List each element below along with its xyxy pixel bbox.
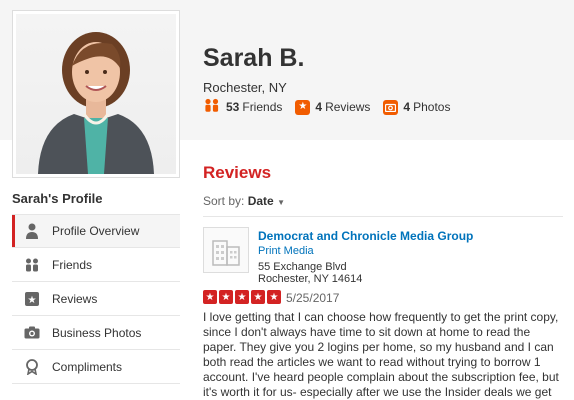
svg-text:★: ★ xyxy=(28,295,37,306)
user-location: Rochester, NY xyxy=(203,80,287,95)
sidebar-title: Sarah's Profile xyxy=(12,191,103,206)
sidebar-item-compliments[interactable]: Compliments xyxy=(12,350,180,384)
divider xyxy=(203,216,563,217)
friends-icon xyxy=(203,98,221,116)
sidebar-item-profile-overview[interactable]: Profile Overview xyxy=(12,214,180,248)
friends-label: Friends xyxy=(242,100,283,114)
rating-star-icon: ★ xyxy=(267,290,281,304)
business-name-link[interactable]: Democrat and Chronicle Media Group xyxy=(258,229,473,243)
sidebar-item-label: Reviews xyxy=(52,291,98,306)
person-icon xyxy=(24,223,40,239)
business-address-line1: 55 Exchange Blvd xyxy=(258,261,347,273)
photos-stat[interactable]: 4 Photos xyxy=(383,99,451,115)
business-thumbnail[interactable] xyxy=(203,227,249,273)
profile-photo[interactable] xyxy=(12,10,180,178)
friends-count: 53 xyxy=(226,100,240,114)
camera-icon xyxy=(383,99,399,115)
sidebar-item-reviews[interactable]: ★ Reviews xyxy=(12,282,180,316)
rating-star-icon: ★ xyxy=(251,290,265,304)
review-text: I love getting that I can choose how fre… xyxy=(203,310,559,399)
user-name: Sarah B. xyxy=(203,44,305,72)
reviews-stat[interactable]: ★ 4 Reviews xyxy=(295,99,371,115)
person-silhouette-icon xyxy=(38,32,154,174)
sidebar-item-label: Friends xyxy=(52,257,93,272)
chevron-down-icon: ▼ xyxy=(277,198,285,207)
sort-prefix: Sort by: xyxy=(203,194,245,208)
sidebar-item-label: Business Photos xyxy=(52,325,142,340)
reviews-heading: Reviews xyxy=(203,163,272,182)
avatar xyxy=(16,14,176,174)
sidebar-item-business-photos[interactable]: Business Photos xyxy=(12,316,180,350)
review-date: 5/25/2017 xyxy=(286,291,340,305)
camera-icon xyxy=(24,325,40,341)
rating-star-icon: ★ xyxy=(219,290,233,304)
sidebar-item-label: Profile Overview xyxy=(52,224,140,238)
compliment-icon xyxy=(24,358,40,375)
reviews-label: Reviews xyxy=(325,100,371,114)
sidebar-item-friends[interactable]: Friends xyxy=(12,248,180,282)
star-icon: ★ xyxy=(24,291,40,307)
friends-stat[interactable]: 53 Friends xyxy=(203,98,282,116)
photos-label: Photos xyxy=(413,100,451,114)
star-icon: ★ xyxy=(295,99,311,115)
sidebar-item-label: Compliments xyxy=(52,359,123,374)
star-rating: ★ ★ ★ ★ ★ xyxy=(203,290,283,304)
profile-nav: Profile Overview Friends ★ Reviews Busin… xyxy=(12,214,180,384)
rating-star-icon: ★ xyxy=(203,290,217,304)
reviews-count: 4 xyxy=(315,100,323,114)
sort-dropdown[interactable]: Sort by: Date ▼ xyxy=(203,194,285,208)
photos-count: 4 xyxy=(403,100,411,114)
friends-icon xyxy=(24,257,40,273)
building-icon xyxy=(212,240,240,266)
profile-stats: 53 Friends ★ 4 Reviews 4 Photos xyxy=(203,98,463,116)
rating-star-icon: ★ xyxy=(235,290,249,304)
business-category-link[interactable]: Print Media xyxy=(258,245,314,257)
sort-value: Date xyxy=(247,194,274,208)
business-address-line2: Rochester, NY 14614 xyxy=(258,273,363,285)
